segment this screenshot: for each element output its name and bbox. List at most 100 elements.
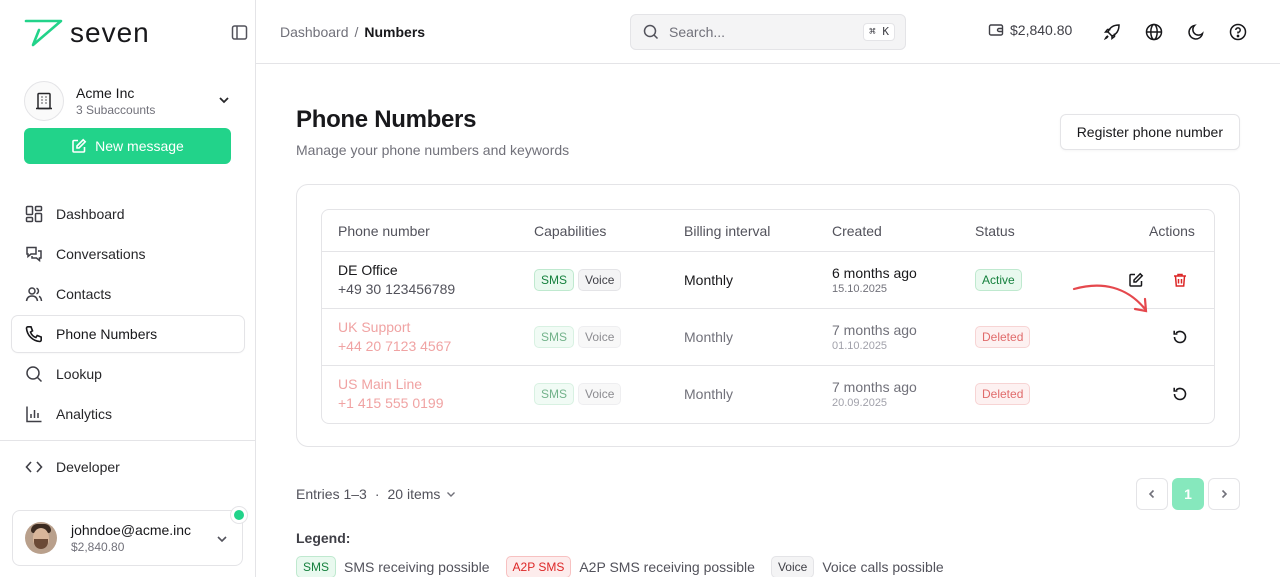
column-header: Status (975, 223, 1015, 239)
legend-title: Legend: (296, 530, 351, 546)
globe-icon[interactable] (1144, 22, 1164, 42)
status-badge: Deleted (975, 326, 1031, 348)
phone-icon (24, 324, 44, 344)
nav-item-analytics[interactable]: Analytics (12, 396, 244, 432)
number-label: US Main Line (338, 376, 423, 392)
restore-icon[interactable] (1171, 328, 1189, 346)
nav-label: Lookup (56, 366, 102, 382)
brand-logo[interactable]: seven (24, 17, 150, 49)
sidebar-divider (0, 440, 255, 441)
contacts-icon (24, 284, 44, 304)
nav-label: Dashboard (56, 206, 125, 222)
phone-number: +1 415 555 0199 (338, 395, 444, 411)
breadcrumb-dashboard[interactable]: Dashboard (280, 24, 349, 40)
nav-label: Analytics (56, 406, 113, 422)
page-button-current[interactable]: 1 (1172, 478, 1204, 510)
nav-label: Developer (56, 459, 120, 475)
capability-badge-sms: SMS (534, 383, 575, 405)
chevron-down-icon (216, 92, 232, 108)
sidebar-toggle-icon[interactable] (231, 24, 248, 41)
column-header: Billing interval (684, 223, 771, 239)
number-label: UK Support (338, 319, 411, 335)
legend-badge-voice: Voice (770, 556, 815, 577)
analytics-icon (24, 404, 44, 424)
capability-badge-sms: SMS (534, 269, 575, 291)
account-subaccounts: 3 Subaccounts (76, 103, 156, 117)
entries-count: Entries 1–3 (296, 486, 367, 502)
nav-item-dashboard[interactable]: Dashboard (12, 196, 244, 232)
nav-label: Conversations (56, 246, 146, 262)
user-menu[interactable]: johndoe@acme.inc $2,840.80 (12, 510, 243, 566)
trash-icon[interactable] (1171, 271, 1189, 289)
nav-item-phone-numbers[interactable]: Phone Numbers (12, 316, 244, 352)
billing-interval: Monthly (684, 272, 734, 288)
legend-text: Voice calls possible (822, 559, 944, 575)
search-input[interactable] (669, 24, 839, 40)
search-icon (643, 24, 659, 40)
page-subtitle: Manage your phone numbers and keywords (296, 142, 570, 158)
next-page-button[interactable] (1208, 478, 1240, 510)
legend-badge-sms: SMS (296, 556, 337, 577)
status-badge: Deleted (975, 383, 1031, 405)
table-row[interactable]: UK Support +44 20 7123 4567 SMS Voice Mon… (322, 309, 1214, 366)
created-relative: 7 months ago (832, 322, 917, 338)
phone-number: +44 20 7123 4567 (338, 338, 452, 354)
building-icon (24, 81, 64, 121)
column-header: Capabilities (534, 223, 607, 239)
created-date: 15.10.2025 (832, 283, 888, 295)
billing-interval: Monthly (684, 386, 734, 402)
breadcrumb: Dashboard / Numbers (280, 24, 425, 40)
new-message-label: New message (95, 138, 184, 154)
nav-item-conversations[interactable]: Conversations (12, 236, 244, 272)
new-message-button[interactable]: New message (24, 128, 231, 164)
billing-interval: Monthly (684, 329, 734, 345)
moon-icon[interactable] (1186, 22, 1206, 42)
table-row[interactable]: DE Office +49 30 123456789 SMS Voice Mont… (322, 252, 1214, 309)
prev-page-button[interactable] (1136, 478, 1168, 510)
help-icon[interactable] (1228, 22, 1248, 42)
breadcrumb-separator: / (354, 24, 359, 40)
rocket-icon[interactable] (1102, 22, 1122, 42)
breadcrumb-current: Numbers (364, 24, 426, 40)
avatar (25, 522, 57, 554)
capability-badge-sms: SMS (534, 326, 575, 348)
legend-badge-a2p-sms: A2P SMS (505, 556, 572, 577)
global-search[interactable]: ⌘ K (630, 14, 906, 50)
phone-number: +49 30 123456789 (338, 281, 456, 297)
capability-badge-voice: Voice (578, 383, 622, 405)
top-bar: Dashboard / Numbers ⌘ K $2,840.80 (256, 0, 1280, 64)
items-per-page-select[interactable]: 20 items (388, 486, 459, 502)
sidebar: seven Acme Inc 3 Subaccounts New message (0, 0, 256, 577)
brand-name: seven (70, 17, 150, 48)
items-per-page-value: 20 items (387, 486, 441, 502)
legend: Legend: SMS SMS receiving possible A2P S… (296, 530, 1240, 577)
edit-icon[interactable] (1127, 271, 1145, 289)
main-nav: Dashboard Conversations Contacts Phone N… (12, 196, 244, 436)
nav-item-lookup[interactable]: Lookup (12, 356, 244, 392)
user-email: johndoe@acme.inc (71, 522, 192, 538)
numbers-card: Phone number Capabilities Billing interv… (296, 184, 1240, 447)
chevron-down-icon (447, 492, 456, 497)
wallet-icon (988, 24, 1004, 36)
column-header: Phone number (338, 223, 430, 239)
chevron-right-icon (1221, 489, 1228, 499)
main-area: Dashboard / Numbers ⌘ K $2,840.80 (256, 0, 1280, 577)
capability-badge-voice: Voice (578, 269, 622, 291)
column-header: Created (832, 223, 882, 239)
balance-display[interactable]: $2,840.80 (988, 22, 1072, 38)
online-status-indicator (231, 507, 247, 523)
created-date: 01.10.2025 (832, 340, 888, 352)
nav-item-contacts[interactable]: Contacts (12, 276, 244, 312)
account-switcher[interactable]: Acme Inc 3 Subaccounts (24, 80, 244, 122)
restore-icon[interactable] (1171, 385, 1189, 403)
chevron-left-icon (1148, 489, 1155, 499)
nav-label: Phone Numbers (56, 326, 158, 342)
separator-dot: · (374, 486, 380, 502)
developer-section: Developer (12, 449, 244, 489)
register-phone-number-button[interactable]: Register phone number (1059, 114, 1240, 150)
table-row[interactable]: US Main Line +1 415 555 0199 SMS Voice Mo… (322, 366, 1214, 423)
chevron-down-icon (214, 531, 230, 547)
nav-item-developer[interactable]: Developer (12, 449, 244, 485)
seven-logo-icon (24, 19, 63, 47)
table-header: Phone number Capabilities Billing interv… (322, 210, 1214, 252)
